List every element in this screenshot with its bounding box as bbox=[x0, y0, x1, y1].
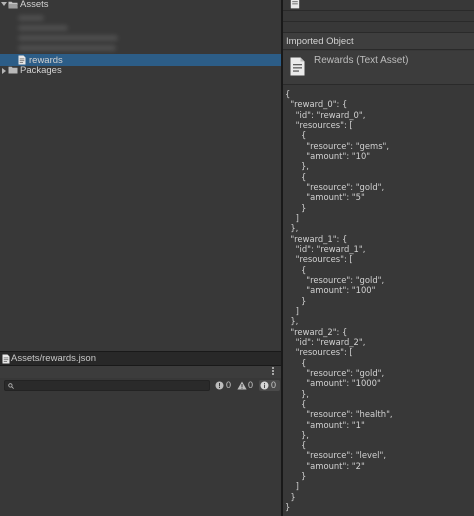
tree-item-assets[interactable]: Assets bbox=[0, 0, 281, 11]
json-line: "resource": "gold", bbox=[285, 367, 385, 378]
json-content: { "reward_0": { "id": "reward_0", "resou… bbox=[285, 89, 393, 512]
redacted-item bbox=[18, 35, 118, 41]
json-line: "resource": "gold", bbox=[285, 181, 385, 192]
json-line: { bbox=[285, 357, 307, 368]
json-line: { bbox=[285, 171, 307, 182]
json-line: "id": "reward_1", bbox=[285, 243, 366, 254]
json-line: }, bbox=[285, 223, 299, 234]
json-line: { bbox=[285, 130, 307, 141]
json-line: "reward_1": { bbox=[285, 233, 348, 244]
json-line: "amount": "100" bbox=[285, 285, 376, 296]
json-line: "amount": "1" bbox=[285, 419, 365, 430]
error-filter-toggle[interactable]: 0 bbox=[215, 380, 235, 391]
json-line: "resource": "level", bbox=[285, 450, 386, 461]
json-line: { bbox=[285, 440, 307, 451]
json-line: { bbox=[285, 89, 291, 99]
json-line: } bbox=[285, 502, 291, 513]
kebab-menu-icon[interactable] bbox=[272, 367, 275, 377]
json-line: "reward_0": { bbox=[285, 99, 348, 110]
json-line: "id": "reward_0", bbox=[285, 109, 366, 120]
text-asset-icon bbox=[290, 57, 305, 76]
console-search-input[interactable] bbox=[15, 381, 205, 390]
json-line: "amount": "10" bbox=[285, 150, 371, 161]
info-icon bbox=[260, 381, 269, 390]
json-line: { bbox=[285, 264, 307, 275]
redacted-item bbox=[18, 45, 116, 51]
json-line: } bbox=[285, 471, 307, 482]
redacted-item bbox=[18, 25, 68, 31]
json-line: "resource": "gold", bbox=[285, 274, 385, 285]
folder-icon bbox=[8, 66, 18, 74]
text-file-icon bbox=[290, 0, 300, 9]
warning-icon bbox=[237, 381, 247, 390]
json-line: "amount": "2" bbox=[285, 460, 365, 471]
json-line: "resources": [ bbox=[285, 254, 353, 265]
json-line: } bbox=[285, 202, 307, 213]
json-line: "resources": [ bbox=[285, 119, 353, 130]
json-line: "amount": "1000" bbox=[285, 378, 381, 389]
selected-path-bar: Assets/rewards.json bbox=[0, 351, 281, 365]
folder-open-icon bbox=[8, 1, 18, 9]
project-tree: Assets rewards Packages bbox=[0, 0, 281, 351]
console-toolbar bbox=[0, 366, 281, 378]
json-line: ] bbox=[285, 481, 299, 492]
text-file-icon bbox=[2, 354, 10, 364]
json-line: "resource": "gems", bbox=[285, 140, 390, 151]
divider bbox=[283, 21, 474, 22]
console-filter-row: 0 0 0 bbox=[0, 378, 281, 393]
json-line: { bbox=[285, 398, 307, 409]
tree-item-packages[interactable]: Packages bbox=[0, 65, 281, 76]
info-filter-toggle[interactable]: 0 bbox=[259, 380, 280, 391]
tree-item-label: Packages bbox=[20, 65, 62, 76]
json-line: "amount": "5" bbox=[285, 192, 365, 203]
json-line: }, bbox=[285, 388, 309, 399]
chevron-right-icon[interactable] bbox=[2, 67, 6, 74]
console-search-box[interactable] bbox=[4, 380, 210, 391]
json-line: }, bbox=[285, 161, 309, 172]
warning-count: 0 bbox=[248, 380, 254, 390]
asset-header: Rewards (Text Asset) bbox=[283, 51, 474, 85]
section-title: Imported Object bbox=[286, 36, 354, 47]
tree-item-label: Assets bbox=[20, 0, 49, 10]
imported-object-header[interactable]: Imported Object bbox=[283, 33, 474, 50]
error-icon bbox=[215, 381, 224, 390]
text-file-icon bbox=[18, 55, 26, 65]
json-line: "resource": "health", bbox=[285, 409, 393, 420]
json-line: } bbox=[285, 491, 296, 502]
console-log-area[interactable] bbox=[0, 393, 281, 516]
selected-path-text: Assets/rewards.json bbox=[11, 353, 97, 364]
inspector-top-preview bbox=[283, 0, 474, 11]
chevron-down-icon[interactable] bbox=[1, 2, 7, 6]
asset-title: Rewards (Text Asset) bbox=[314, 55, 409, 66]
json-line: }, bbox=[285, 429, 309, 440]
redacted-item bbox=[18, 15, 44, 21]
error-count: 0 bbox=[226, 380, 232, 390]
json-line: ] bbox=[285, 305, 299, 316]
text-asset-preview: { "reward_0": { "id": "reward_0", "resou… bbox=[283, 86, 474, 516]
json-line: "id": "reward_2", bbox=[285, 336, 366, 347]
json-line: }, bbox=[285, 316, 299, 327]
json-line: "reward_2": { bbox=[285, 326, 348, 337]
json-line: "resources": [ bbox=[285, 347, 353, 358]
inspector-panel: Imported Object Rewards (Text Asset) { "… bbox=[283, 0, 474, 516]
json-line: } bbox=[285, 295, 307, 306]
tree-item-label: rewards bbox=[29, 54, 63, 66]
warning-filter-toggle[interactable]: 0 bbox=[237, 380, 258, 391]
info-count: 0 bbox=[271, 380, 277, 390]
json-line: ] bbox=[285, 212, 299, 223]
search-icon bbox=[8, 382, 14, 389]
